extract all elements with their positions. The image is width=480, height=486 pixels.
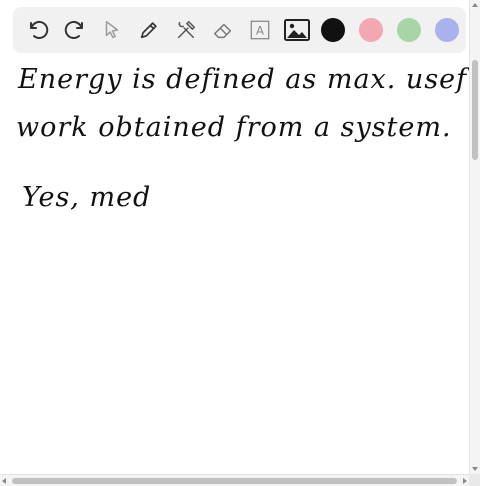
pen-tool-button[interactable] xyxy=(134,15,164,45)
text-icon-glyph: A xyxy=(256,24,265,38)
redo-icon xyxy=(63,18,87,42)
tools-button[interactable] xyxy=(171,15,201,45)
color-swatch-blue[interactable] xyxy=(435,18,459,42)
whiteboard-canvas[interactable]: A Energy is defined as max. useful work … xyxy=(0,0,480,474)
vertical-scrollbar[interactable] xyxy=(469,0,480,474)
horizontal-scroll-thumb[interactable] xyxy=(12,478,457,484)
vertical-scroll-thumb[interactable] xyxy=(472,60,478,160)
image-icon xyxy=(284,19,310,41)
scrollbar-corner xyxy=(469,474,480,486)
undo-button[interactable] xyxy=(23,15,53,45)
select-tool-button[interactable] xyxy=(97,15,127,45)
color-swatch-black[interactable] xyxy=(321,18,345,42)
redo-button[interactable] xyxy=(60,15,90,45)
scroll-down-arrow-icon[interactable] xyxy=(472,467,478,471)
drawing-toolbar: A xyxy=(13,7,466,53)
tools-icon xyxy=(175,19,197,41)
undo-icon xyxy=(26,18,50,42)
color-swatch-pink[interactable] xyxy=(359,18,383,42)
color-swatch-green[interactable] xyxy=(397,18,421,42)
pointer-icon xyxy=(101,19,123,41)
scroll-up-arrow-icon[interactable] xyxy=(472,3,478,7)
text-icon: A xyxy=(249,19,271,41)
eraser-tool-button[interactable] xyxy=(208,15,238,45)
handwritten-line-3: Yes, med xyxy=(22,182,152,213)
pen-icon xyxy=(138,19,160,41)
scroll-right-arrow-icon[interactable] xyxy=(463,478,467,484)
eraser-icon xyxy=(211,19,235,41)
horizontal-scrollbar[interactable] xyxy=(0,474,469,486)
scroll-left-arrow-icon[interactable] xyxy=(2,478,6,484)
handwritten-line-1: Energy is defined as max. useful xyxy=(18,64,480,95)
handwritten-line-2: work obtained from a system. xyxy=(16,112,452,143)
insert-image-button[interactable] xyxy=(282,15,312,45)
text-tool-button[interactable]: A xyxy=(245,15,275,45)
